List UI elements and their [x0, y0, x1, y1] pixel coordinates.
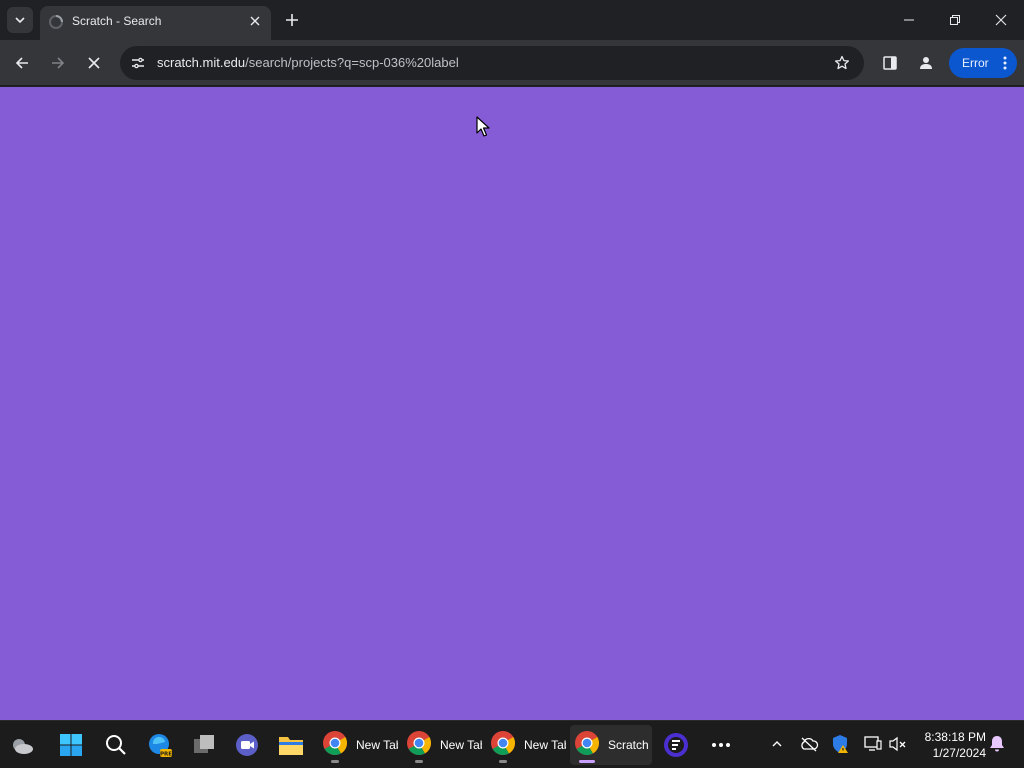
- notification-bell-icon[interactable]: [986, 733, 1008, 755]
- network-icon[interactable]: [862, 733, 884, 755]
- chrome-icon: [322, 730, 348, 761]
- search-icon[interactable]: [100, 729, 132, 761]
- taskbar-app-new-tab-1[interactable]: New Tab: [318, 725, 400, 765]
- running-indicator: [415, 760, 423, 763]
- security-warning-icon[interactable]: [830, 733, 852, 755]
- minimize-icon: [904, 19, 914, 21]
- close-icon: [995, 14, 1007, 26]
- taskbar-app-label: Scratch: [608, 738, 649, 752]
- profile-error-button[interactable]: Error: [949, 48, 1017, 78]
- loading-spinner-icon: [48, 14, 64, 30]
- clock-date: 1/27/2024: [932, 746, 986, 760]
- cloud-offline-icon[interactable]: [798, 733, 820, 755]
- plus-icon: [286, 14, 298, 26]
- person-icon: [920, 57, 932, 69]
- stop-loading-button[interactable]: [80, 49, 108, 77]
- browser-toolbar: scratch.mit.edu/search/projects?q=scp-03…: [0, 40, 1024, 86]
- svg-text:PRE: PRE: [160, 752, 172, 758]
- stop-icon: [88, 57, 100, 69]
- url-path: /search/projects?q=scp-036%20label: [245, 55, 459, 70]
- chevron-down-icon: [15, 17, 25, 24]
- running-indicator: [499, 760, 507, 763]
- back-button[interactable]: [8, 49, 36, 77]
- tab-search-button[interactable]: [7, 7, 33, 33]
- tab-title: Scratch - Search: [72, 14, 162, 28]
- new-tab-button[interactable]: [281, 9, 303, 31]
- error-label: Error: [962, 56, 989, 70]
- side-panel-icon: [883, 56, 897, 70]
- running-indicator: [331, 760, 339, 763]
- edge-beta-icon[interactable]: PRE: [144, 729, 176, 761]
- chrome-icon: [490, 730, 516, 761]
- bookmark-star-icon[interactable]: [830, 51, 854, 75]
- url-host: scratch.mit.edu: [157, 55, 246, 70]
- mouse-cursor-icon: [476, 116, 490, 143]
- address-bar[interactable]: scratch.mit.edu/search/projects?q=scp-03…: [120, 46, 864, 80]
- minimize-button[interactable]: [886, 0, 932, 40]
- restore-button[interactable]: [932, 0, 978, 40]
- weather-widget-icon[interactable]: [6, 729, 38, 761]
- arrow-left-icon: [15, 57, 28, 69]
- taskbar-app-scratch[interactable]: Scratch: [570, 725, 652, 765]
- chrome-icon: [406, 730, 432, 761]
- taskbar-app-new-tab-2[interactable]: New Tab: [402, 725, 484, 765]
- file-explorer-icon[interactable]: [275, 729, 307, 761]
- taskbar-app-label: New Tab: [524, 738, 566, 752]
- taskbar: PRE New Tab New Tab New Tab Scratch 8:38…: [0, 720, 1024, 768]
- active-indicator: [579, 760, 595, 763]
- close-tab-icon[interactable]: [247, 13, 263, 29]
- restore-icon: [950, 15, 960, 25]
- tab-strip: Scratch - Search: [0, 0, 1024, 40]
- url-text: scratch.mit.edu/search/projects?q=scp-03…: [157, 55, 459, 70]
- show-hidden-icons-chevron-up-icon[interactable]: [766, 733, 788, 755]
- taskbar-app-label: New Tab: [440, 738, 482, 752]
- page-content: [0, 87, 1024, 720]
- clock-time: 8:38:18 PM: [924, 730, 986, 744]
- profile-button[interactable]: [912, 49, 940, 77]
- taskbar-app-new-tab-3[interactable]: New Tab: [486, 725, 568, 765]
- volume-muted-icon[interactable]: [887, 733, 909, 755]
- start-windows-icon[interactable]: [55, 729, 87, 761]
- app-launcher-icon[interactable]: [660, 729, 692, 761]
- system-clock[interactable]: 8:38:18 PM 1/27/2024: [916, 729, 986, 761]
- forward-button[interactable]: [44, 49, 72, 77]
- side-panel-button[interactable]: [876, 49, 904, 77]
- site-info-icon[interactable]: [126, 51, 150, 75]
- meet-video-icon[interactable]: [231, 729, 263, 761]
- arrow-right-icon: [52, 57, 65, 69]
- tab-active[interactable]: Scratch - Search: [40, 6, 271, 40]
- more-vert-icon[interactable]: [1003, 55, 1007, 76]
- chrome-icon: [574, 730, 600, 761]
- task-view-icon[interactable]: [188, 729, 220, 761]
- more-apps-icon[interactable]: [705, 729, 737, 761]
- taskbar-app-label: New Tab: [356, 738, 398, 752]
- close-window-button[interactable]: [978, 0, 1024, 40]
